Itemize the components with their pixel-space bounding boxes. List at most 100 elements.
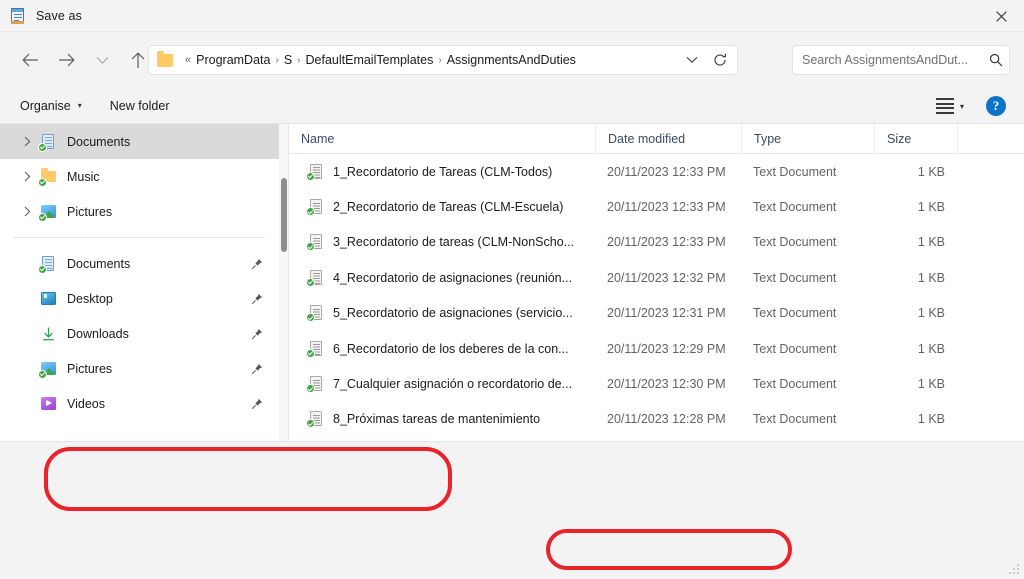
breadcrumb-segment-defaultemailtemplates[interactable]: DefaultEmailTemplates [306,53,434,67]
organise-button[interactable]: Organise ▾ [12,93,90,119]
nav-tree-item-pictures[interactable]: Pictures [0,194,281,229]
column-header-name[interactable]: ⌃ Name [289,124,595,154]
expander-chevron-icon[interactable] [16,159,38,194]
nav-item-label: Documents [67,134,131,149]
file-type-cell: Text Document [753,341,837,356]
table-row[interactable]: 2_Recordatorio de Tareas (CLM-Escuela) 20… [289,189,1024,224]
file-name-cell: 2_Recordatorio de Tareas (CLM-Escuela) [333,200,564,215]
column-label: Date modified [608,131,686,146]
nav-item-label: Downloads [67,326,129,341]
text-document-icon [306,269,325,287]
file-size-cell: 1 KB [917,235,945,250]
file-name-cell: 6_Recordatorio de los deberes de la con.… [333,341,569,356]
nav-item-label: Pictures [67,204,113,219]
nav-divider [14,237,265,238]
table-row[interactable]: 6_Recordatorio de los deberes de la con.… [289,331,1024,366]
search-icon[interactable] [983,46,1009,74]
pin-icon[interactable] [251,398,263,410]
nav-quick-item-downloads[interactable]: Downloads [0,316,281,351]
file-date-cell: 20/11/2023 12:31 PM [607,306,726,321]
breadcrumb-separator: › [275,54,279,66]
back-arrow-icon[interactable] [14,44,46,76]
nav-item-label: Desktop [67,291,113,306]
column-header-date-modified[interactable]: Date modified [595,124,741,154]
breadcrumb-segment-assignmentsandduties[interactable]: AssignmentsAndDuties [447,53,576,67]
file-type-cell: Text Document [753,306,837,321]
pin-icon[interactable] [251,328,263,340]
desktop-icon [40,290,58,308]
text-document-icon [306,340,325,358]
navigation-pane: Documents Music Pictures Documents Deskt… [0,124,281,441]
text-document-icon [306,410,325,429]
file-date-cell: 20/11/2023 12:33 PM [607,164,726,179]
forward-arrow-icon[interactable] [50,44,82,76]
organise-label: Organise [20,98,71,113]
file-date-cell: 20/11/2023 12:28 PM [607,412,726,427]
documents-sync-icon [38,133,58,152]
file-date-cell: 20/11/2023 12:33 PM [607,200,726,215]
table-row[interactable]: 5_Recordatorio de asignaciones (servicio… [289,296,1024,331]
file-size-cell: 1 KB [917,306,945,321]
new-folder-button[interactable]: New folder [102,93,178,119]
text-document-icon [306,198,325,217]
file-list-pane: ⌃ Name Date modified Type Size 1_Recorda… [289,124,1024,441]
view-chevron-down-icon[interactable]: ▾ [960,102,964,111]
table-row[interactable]: 8_Próximas tareas de mantenimiento 20/11/… [289,402,1024,437]
videos-folder-icon [40,395,58,413]
folder-icon [157,51,173,67]
file-size-cell: 1 KB [917,164,945,179]
resize-grip[interactable] [1009,564,1021,576]
view-list-icon[interactable] [935,95,958,117]
nav-quick-item-videos[interactable]: Videos [0,386,281,421]
file-type-cell: Text Document [753,270,837,285]
column-header-type[interactable]: Type [741,124,874,154]
text-document-icon [306,304,325,323]
search-input[interactable]: Search AssignmentsAndDut... [792,45,1010,75]
refresh-icon[interactable] [705,46,735,74]
file-name-cell: 1_Recordatorio de Tareas (CLM-Todos) [333,164,553,179]
table-row[interactable]: 3_Recordatorio de tareas (CLM-NonScho...… [289,225,1024,260]
column-header-size[interactable]: Size [874,124,957,154]
breadcrumb-chevron-down-icon[interactable] [679,46,705,74]
pin-icon[interactable] [251,363,263,375]
new-folder-label: New folder [109,98,170,113]
column-label: Size [887,131,912,146]
expander-chevron-icon[interactable] [16,194,38,229]
file-size-cell: 1 KB [917,377,945,392]
nav-quick-item-desktop[interactable]: Desktop [0,281,281,316]
nav-tree-item-documents[interactable]: Documents [0,124,281,159]
nav-pane-scrollbar-thumb[interactable] [281,178,287,252]
file-size-cell: 1 KB [917,270,945,285]
breadcrumb[interactable]: « ProgramData › S › DefaultEmailTemplate… [148,45,738,75]
close-icon[interactable] [978,0,1024,32]
text-document-icon [306,233,325,252]
recent-locations-chevron-down-icon[interactable] [86,44,118,76]
breadcrumb-overflow[interactable]: « [185,54,191,66]
nav-tree-item-music[interactable]: Music [0,159,281,194]
file-list-rows: 1_Recordatorio de Tareas (CLM-Todos) 20/1… [289,154,1024,437]
pin-icon[interactable] [251,258,263,270]
column-label: Type [754,131,782,146]
column-label: Name [301,131,335,146]
nav-item-label: Pictures [67,361,113,376]
nav-pane-scrollbar[interactable] [279,124,288,441]
file-date-cell: 20/11/2023 12:32 PM [607,270,726,285]
column-header-blank [957,124,1017,154]
expander-chevron-icon[interactable] [16,124,38,159]
file-size-cell: 1 KB [917,341,945,356]
music-folder-icon [38,168,58,187]
table-row[interactable]: 1_Recordatorio de Tareas (CLM-Todos) 20/1… [289,154,1024,189]
file-type-cell: Text Document [753,200,837,215]
breadcrumb-segment-programdata[interactable]: ProgramData [196,53,270,67]
help-icon[interactable]: ? [986,96,1006,116]
window-title: Save as [36,8,82,23]
pictures-folder-icon [38,203,58,222]
downloads-icon [40,325,58,343]
table-row[interactable]: 7_Cualquier asignación o recordatorio de… [289,366,1024,401]
pin-icon[interactable] [251,293,263,305]
breadcrumb-segment-s[interactable]: S [284,53,292,67]
nav-quick-item-pictures[interactable]: Pictures [0,351,281,386]
breadcrumb-separator: › [297,54,301,66]
nav-quick-item-documents[interactable]: Documents [0,246,281,281]
table-row[interactable]: 4_Recordatorio de asignaciones (reunión.… [289,260,1024,295]
